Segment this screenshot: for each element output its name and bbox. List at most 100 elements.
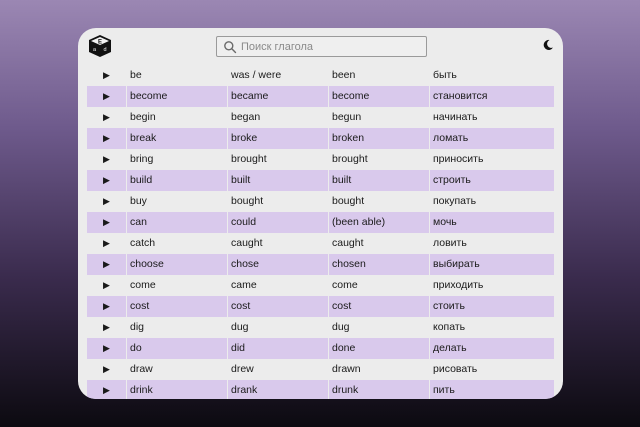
- verb-base: dig: [130, 321, 145, 333]
- verb-participle: been: [332, 69, 356, 81]
- verb-past: broke: [227, 128, 328, 149]
- verb-past: brought: [231, 153, 267, 165]
- search-icon: [224, 40, 237, 53]
- verb-translation: ломать: [429, 128, 554, 149]
- verb-past: did: [227, 338, 328, 359]
- verb-translation: делать: [429, 338, 554, 359]
- verb-past: cost: [227, 296, 328, 317]
- verb-participle: (been able): [328, 212, 429, 233]
- verb-base: can: [126, 212, 227, 233]
- verb-past: dug: [231, 321, 249, 333]
- verb-row[interactable]: ▶ come came come приходить: [87, 275, 554, 296]
- verb-past: began: [231, 111, 261, 123]
- expand-arrow-icon[interactable]: ▶: [87, 380, 126, 399]
- expand-arrow-icon[interactable]: ▶: [87, 65, 126, 86]
- verb-row[interactable]: ▶ can could (been able) мочь: [87, 212, 554, 233]
- verb-base: catch: [130, 237, 156, 249]
- verb-base: begin: [130, 111, 156, 123]
- verb-translation: становится: [429, 86, 554, 107]
- verb-participle: come: [332, 279, 358, 291]
- search-input[interactable]: [241, 40, 426, 53]
- verb-row[interactable]: ▶ draw drew drawn рисовать: [87, 359, 554, 380]
- verb-participle: bought: [332, 195, 365, 207]
- expand-arrow-icon[interactable]: ▶: [87, 338, 126, 359]
- verb-participle: drawn: [332, 363, 361, 375]
- app-card: E a d ▶bewas / werebeenбыть▶becomebecame…: [78, 28, 563, 399]
- expand-arrow-icon[interactable]: ▶: [87, 317, 126, 338]
- verb-translation: быть: [433, 69, 457, 81]
- verb-participle: brought: [332, 153, 368, 165]
- verb-participle: cost: [328, 296, 429, 317]
- expand-arrow-icon[interactable]: ▶: [87, 86, 126, 107]
- verb-row[interactable]: ▶ begin began begun начинать: [87, 107, 554, 128]
- expand-arrow-icon[interactable]: ▶: [87, 170, 126, 191]
- verb-translation: начинать: [433, 111, 478, 123]
- verb-past: built: [227, 170, 328, 191]
- expand-arrow-icon[interactable]: ▶: [87, 254, 126, 275]
- verb-base: bring: [130, 153, 154, 165]
- expand-arrow-icon[interactable]: ▶: [87, 191, 126, 212]
- verb-participle: built: [328, 170, 429, 191]
- verb-past: drew: [231, 363, 254, 375]
- verb-translation: приходить: [433, 279, 484, 291]
- verb-participle: drunk: [328, 380, 429, 399]
- verb-base: break: [126, 128, 227, 149]
- verb-participle: become: [328, 86, 429, 107]
- verb-translation: пить: [429, 380, 554, 399]
- verb-base: be: [130, 69, 142, 81]
- verb-row[interactable]: ▶ buy bought bought покупать: [87, 191, 554, 212]
- expand-arrow-icon[interactable]: ▶: [87, 128, 126, 149]
- verb-participle: begun: [332, 111, 362, 123]
- verb-past: chose: [227, 254, 328, 275]
- expand-arrow-icon[interactable]: ▶: [87, 233, 126, 254]
- verb-row[interactable]: ▶ build built built строить: [87, 170, 554, 191]
- verb-translation: выбирать: [429, 254, 554, 275]
- verb-past: drank: [227, 380, 328, 399]
- verb-participle: broken: [328, 128, 429, 149]
- verb-translation: покупать: [433, 195, 477, 207]
- verb-row[interactable]: ▶ dig dug dug копать: [87, 317, 554, 338]
- search-box[interactable]: [216, 36, 427, 57]
- verb-participle: dug: [332, 321, 350, 333]
- verb-translation: ловить: [433, 237, 467, 249]
- verb-row[interactable]: ▶ do did done делать: [87, 338, 554, 359]
- verb-past: caught: [231, 237, 263, 249]
- verb-row[interactable]: ▶ choose chose chosen выбирать: [87, 254, 554, 275]
- verb-participle: done: [328, 338, 429, 359]
- verb-base: buy: [130, 195, 147, 207]
- verb-row[interactable]: ▶ cost cost cost стоить: [87, 296, 554, 317]
- verb-base: drink: [126, 380, 227, 399]
- verb-translation: рисовать: [433, 363, 478, 375]
- verb-base: choose: [126, 254, 227, 275]
- expand-arrow-icon[interactable]: ▶: [87, 107, 126, 128]
- verb-translation: копать: [433, 321, 466, 333]
- verb-translation: стоить: [429, 296, 554, 317]
- expand-arrow-icon[interactable]: ▶: [87, 359, 126, 380]
- expand-arrow-icon[interactable]: ▶: [87, 275, 126, 296]
- verb-translation: строить: [429, 170, 554, 191]
- verb-row[interactable]: ▶ bring brought brought приносить: [87, 149, 554, 170]
- verb-translation: приносить: [433, 153, 484, 165]
- verb-row[interactable]: ▶ become became become становится: [87, 86, 554, 107]
- verb-participle: chosen: [328, 254, 429, 275]
- verb-past: was / were: [231, 69, 282, 81]
- verb-row[interactable]: ▶ catch caught caught ловить: [87, 233, 554, 254]
- verb-base: become: [126, 86, 227, 107]
- verb-past: bought: [231, 195, 264, 207]
- moon-icon[interactable]: [542, 39, 554, 51]
- verb-translation: мочь: [429, 212, 554, 233]
- verb-base: come: [130, 279, 156, 291]
- verb-participle: caught: [332, 237, 364, 249]
- verb-base: do: [126, 338, 227, 359]
- expand-arrow-icon[interactable]: ▶: [87, 149, 126, 170]
- verb-row[interactable]: ▶ be was / were been быть: [87, 65, 554, 86]
- expand-arrow-icon[interactable]: ▶: [87, 212, 126, 233]
- verb-base: build: [126, 170, 227, 191]
- expand-arrow-icon[interactable]: ▶: [87, 296, 126, 317]
- verb-row[interactable]: ▶ break broke broken ломать: [87, 128, 554, 149]
- verb-past: came: [231, 279, 257, 291]
- verb-past: became: [227, 86, 328, 107]
- dice-logo-icon[interactable]: E a d: [88, 34, 112, 58]
- verb-past: could: [227, 212, 328, 233]
- verb-row[interactable]: ▶ drink drank drunk пить: [87, 380, 554, 399]
